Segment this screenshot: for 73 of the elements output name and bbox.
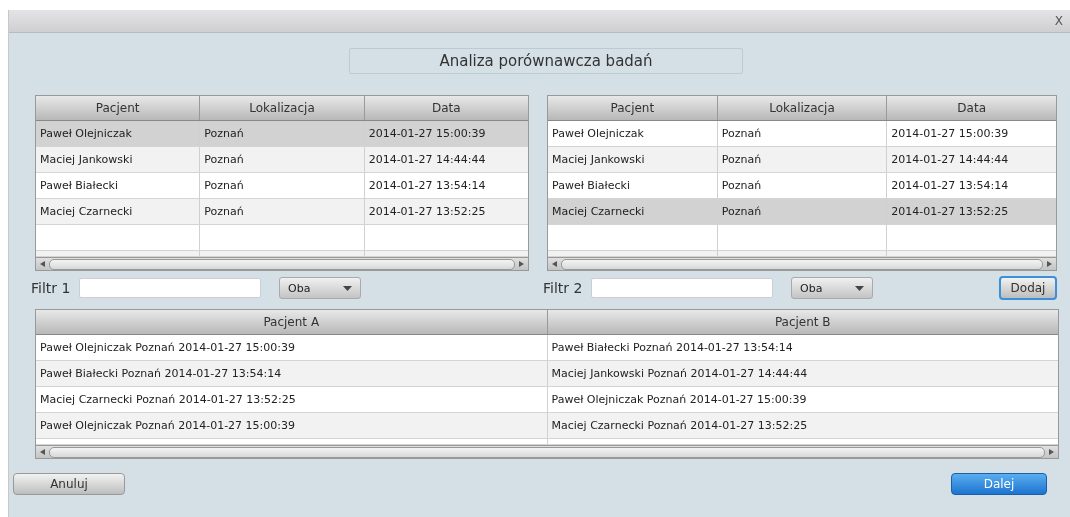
table-row[interactable]: Maciej Czarnecki Poznań 2014-01-27 13:52:25 xyxy=(36,199,528,225)
table-cell-text: 2014-01-27 14:44:44 xyxy=(890,152,1010,168)
left-arrow-icon[interactable] xyxy=(40,261,45,267)
table-cell: Maciej Czarnecki xyxy=(36,199,201,224)
table-cell: Paweł Olejniczak xyxy=(36,121,201,146)
column-header[interactable]: Data xyxy=(364,96,528,120)
table-cell-text: Maciej Czarnecki Poznań 2014-01-27 13:52:25 xyxy=(550,418,809,434)
column-header[interactable]: Pacjent B xyxy=(547,310,1058,334)
table-cell: Paweł Białecki xyxy=(36,173,201,198)
table-cell: Poznań xyxy=(200,121,365,146)
table-row[interactable]: Maciej Jankowski Poznań 2014-01-27 14:44:44 xyxy=(36,147,528,173)
table-cell-text: 2014-01-27 14:44:44 xyxy=(367,152,487,168)
close-button[interactable]: X xyxy=(1054,14,1070,28)
table-cell-text: 2014-01-27 15:00:39 xyxy=(890,126,1010,142)
column-header[interactable]: Lokalizacja xyxy=(717,96,888,120)
table-cell: Poznań xyxy=(717,147,888,172)
table-cell: Poznań xyxy=(717,199,888,224)
column-header[interactable]: Data xyxy=(887,96,1056,120)
table-row[interactable]: Paweł Olejniczak Poznań 2014-01-27 15:00:39 Maciej Czarnecki Poznań 2014-01-27 13:52:25 xyxy=(36,413,1058,439)
caret-icon xyxy=(855,285,864,291)
filter-label: Filtr 2 xyxy=(543,280,584,296)
table-cell: Maciej Czarnecki Poznań 2014-01-27 13:52:25 xyxy=(36,387,548,412)
add-button[interactable]: Dodaj xyxy=(999,276,1057,300)
filter-input[interactable] xyxy=(79,278,261,298)
table-row[interactable]: Paweł Olejniczak Poznań 2014-01-27 15:00:39 xyxy=(548,121,1056,147)
column-header[interactable]: Pacjent A xyxy=(36,310,548,334)
table-cell-text: Paweł Olejniczak Poznań 2014-01-27 15:00:39 xyxy=(550,392,808,408)
table-row[interactable]: Maciej Jankowski Poznań 2014-01-27 14:44:44 xyxy=(548,147,1056,173)
column-header[interactable]: Lokalizacja xyxy=(200,96,365,120)
table-cell-text: Paweł Białecki Poznań 2014-01-27 13:54:14 xyxy=(550,340,794,356)
right-arrow-icon[interactable] xyxy=(519,261,524,267)
table-cell: Paweł Białecki xyxy=(548,173,718,198)
table-cell: Maciej Czarnecki xyxy=(548,199,718,224)
table-cell-text: 2014-01-27 15:00:39 xyxy=(367,126,487,142)
table-row[interactable]: Paweł Olejniczak Poznań 2014-01-27 15:00:39 xyxy=(36,121,528,147)
table-cell: Poznań xyxy=(717,173,888,198)
horizontal-scrollbar[interactable] xyxy=(36,445,1058,458)
caret-icon xyxy=(343,285,352,291)
table-cell: Maciej Jankowski xyxy=(548,147,718,172)
right-arrow-icon[interactable] xyxy=(1049,449,1054,455)
table-row[interactable]: Paweł Białecki Poznań 2014-01-27 13:54:14 xyxy=(548,173,1056,199)
table-row[interactable]: Maciej Czarnecki Poznań 2014-01-27 13:52:25 xyxy=(548,199,1056,225)
cancel-button[interactable]: Anuluj xyxy=(13,473,125,495)
column-header[interactable]: Pacjent xyxy=(548,96,718,120)
filter-dropdown[interactable]: Oba xyxy=(791,277,873,299)
table-cell-text: 2014-01-27 13:54:14 xyxy=(367,178,487,194)
right-arrow-icon[interactable] xyxy=(1047,261,1052,267)
left-arrow-icon[interactable] xyxy=(552,261,557,267)
dialog-heading: Analiza porównawcza badań xyxy=(349,48,743,74)
left-arrow-icon[interactable] xyxy=(40,449,45,455)
table-cell: Paweł Olejniczak Poznań 2014-01-27 15:00:39 xyxy=(36,335,548,360)
table-row[interactable]: Paweł Białecki Poznań 2014-01-27 13:54:14 xyxy=(36,173,528,199)
table-cell: Paweł Olejniczak xyxy=(548,121,718,146)
column-header[interactable]: Pacjent xyxy=(36,96,201,120)
filter-dropdown[interactable]: Oba xyxy=(279,277,361,299)
table-cell-text: 2014-01-27 13:52:25 xyxy=(890,204,1010,220)
table-cell-text: 2014-01-27 13:54:14 xyxy=(890,178,1010,194)
table-cell: Poznań xyxy=(717,121,888,146)
filter-input[interactable] xyxy=(591,278,773,298)
table-cell: Paweł Białecki Poznań 2014-01-27 13:54:14 xyxy=(36,361,548,386)
table-cell: Paweł Olejniczak Poznań 2014-01-27 15:00:39 xyxy=(36,413,548,438)
table-cell: Poznań xyxy=(200,147,365,172)
filter-label: Filtr 1 xyxy=(31,280,72,296)
table-row[interactable]: Maciej Czarnecki Poznań 2014-01-27 13:52:25 Paweł Olejniczak Poznań 2014-01-27 15:00:39 xyxy=(36,387,1058,413)
table-row[interactable]: Paweł Olejniczak Poznań 2014-01-27 15:00:39 Paweł Białecki Poznań 2014-01-27 13:54:14 xyxy=(36,335,1058,361)
table-cell: Poznań xyxy=(200,199,365,224)
horizontal-scrollbar[interactable] xyxy=(548,257,1056,270)
table-cell: Maciej Jankowski xyxy=(36,147,201,172)
table-cell-text: Maciej Jankowski Poznań 2014-01-27 14:44:44 xyxy=(550,366,809,382)
table-cell: Poznań xyxy=(200,173,365,198)
horizontal-scrollbar[interactable] xyxy=(36,257,528,270)
table-cell-text: 2014-01-27 13:52:25 xyxy=(367,204,487,220)
table-row[interactable]: Paweł Białecki Poznań 2014-01-27 13:54:14 Maciej Jankowski Poznań 2014-01-27 14:44:44 xyxy=(36,361,1058,387)
